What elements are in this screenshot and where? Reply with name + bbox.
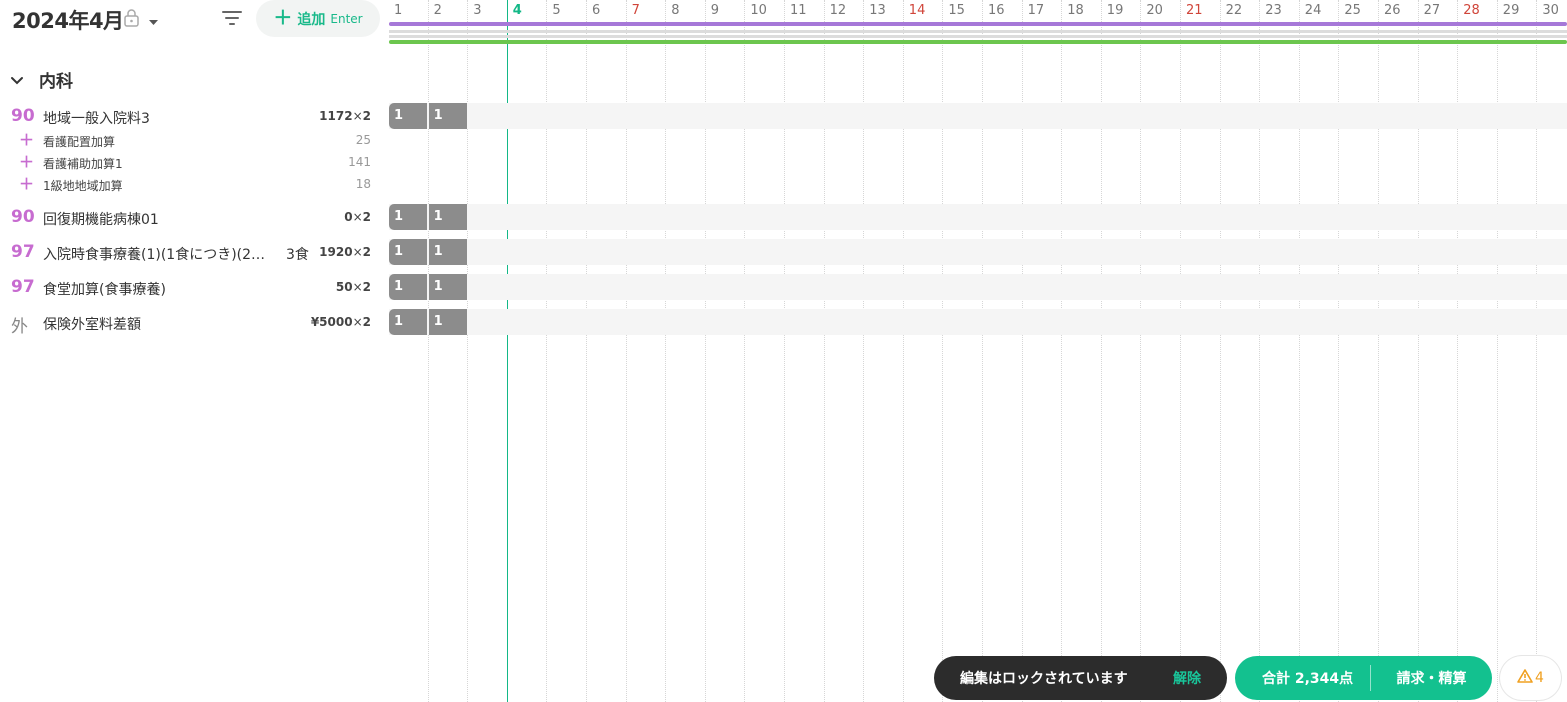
item-name[interactable]: 入院時食事療養(1)(1食につき)(2… xyxy=(43,244,265,264)
filter-icon[interactable] xyxy=(220,6,244,30)
period-bar-gray xyxy=(389,30,1567,33)
ward-period-bar-green xyxy=(389,40,1567,44)
day-number[interactable]: 27 xyxy=(1419,3,1449,18)
item-code: 90 xyxy=(11,106,35,126)
schedule-row[interactable] xyxy=(389,239,1567,265)
add-button[interactable]: ＋ 追加 Enter xyxy=(256,0,380,37)
warning-count: 4 xyxy=(1535,670,1544,686)
day-number[interactable]: 28 xyxy=(1458,3,1488,18)
item-code: 外 xyxy=(11,317,28,337)
day-count-cell[interactable]: 1 xyxy=(389,204,427,230)
plus-icon: ＋ xyxy=(19,131,35,149)
item-name[interactable]: 回復期機能病棟01 xyxy=(43,209,159,229)
department-name[interactable]: 内科 xyxy=(39,67,73,92)
day-count-cell[interactable]: 1 xyxy=(428,309,467,335)
ward-period-bar-purple xyxy=(389,22,1567,26)
day-number[interactable]: 2 xyxy=(429,3,459,18)
addition-name[interactable]: 看護配置加算 xyxy=(43,133,115,150)
addition-points: 141 xyxy=(348,155,371,169)
day-number[interactable]: 17 xyxy=(1023,3,1053,18)
item-name[interactable]: 保険外室料差額 xyxy=(43,314,141,334)
day-number[interactable]: 9 xyxy=(706,3,736,18)
schedule-row[interactable] xyxy=(389,204,1567,230)
schedule-row[interactable] xyxy=(389,274,1567,300)
day-number[interactable]: 24 xyxy=(1300,3,1330,18)
day-number[interactable]: 18 xyxy=(1062,3,1092,18)
plus-icon: ＋ xyxy=(19,175,35,193)
day-count-cell[interactable]: 1 xyxy=(389,309,427,335)
meal-count: 3食 xyxy=(286,247,309,263)
day-number[interactable]: 3 xyxy=(468,3,498,18)
item-quantity: 0×2 xyxy=(344,210,371,224)
day-count-cell[interactable]: 1 xyxy=(428,239,467,265)
lock-icon[interactable] xyxy=(123,8,140,32)
day-number[interactable]: 25 xyxy=(1339,3,1369,18)
addition-name[interactable]: 看護補助加算1 xyxy=(43,155,123,172)
day-number[interactable]: 10 xyxy=(745,3,775,18)
item-code: 97 xyxy=(11,277,35,297)
day-count-cell[interactable]: 1 xyxy=(428,274,467,300)
add-button-label: 追加 xyxy=(297,11,326,28)
item-quantity: 50×2 xyxy=(335,280,371,294)
day-count-cell[interactable]: 1 xyxy=(389,103,427,129)
day-number[interactable]: 15 xyxy=(943,3,973,18)
day-count-cell[interactable]: 1 xyxy=(428,204,467,230)
day-number[interactable]: 26 xyxy=(1379,3,1409,18)
chevron-down-icon[interactable] xyxy=(10,71,24,90)
day-number[interactable]: 11 xyxy=(785,3,815,18)
day-number[interactable]: 1 xyxy=(389,3,419,18)
unlock-button[interactable]: 解除 xyxy=(1173,668,1201,688)
day-number[interactable]: 8 xyxy=(666,3,696,18)
item-quantity: 1920×2 xyxy=(319,245,371,259)
day-number[interactable]: 14 xyxy=(904,3,934,18)
plus-icon: ＋ xyxy=(273,7,293,29)
day-count-cell[interactable]: 1 xyxy=(389,274,427,300)
day-number[interactable]: 5 xyxy=(547,3,577,18)
day-number[interactable]: 13 xyxy=(864,3,894,18)
edit-lock-banner: 編集はロックされています 解除 xyxy=(934,656,1227,700)
day-number[interactable]: 21 xyxy=(1181,3,1211,18)
item-code: 90 xyxy=(11,207,35,227)
day-number[interactable]: 4 xyxy=(508,3,538,18)
total-bar: 合計 2,344点 請求・精算 xyxy=(1235,656,1492,700)
day-number[interactable]: 23 xyxy=(1260,3,1290,18)
add-shortcut-hint: Enter xyxy=(330,11,363,26)
item-code: 97 xyxy=(11,242,35,262)
day-number[interactable]: 22 xyxy=(1221,3,1251,18)
day-number[interactable]: 12 xyxy=(825,3,855,18)
warning-button[interactable]: 4 xyxy=(1500,656,1561,700)
day-count-cell[interactable]: 1 xyxy=(428,103,467,129)
day-number[interactable]: 16 xyxy=(983,3,1013,18)
addition-name[interactable]: 1級地地域加算 xyxy=(43,177,123,194)
billing-button[interactable]: 請求・精算 xyxy=(1371,668,1492,688)
schedule-row[interactable] xyxy=(389,103,1567,129)
item-name[interactable]: 食堂加算(食事療養) xyxy=(43,279,166,299)
day-number[interactable]: 29 xyxy=(1498,3,1528,18)
day-number[interactable]: 20 xyxy=(1141,3,1171,18)
day-number[interactable]: 7 xyxy=(627,3,657,18)
item-name[interactable]: 地域一般入院料3 xyxy=(43,108,150,128)
chevron-down-icon[interactable] xyxy=(148,12,159,31)
day-number[interactable]: 19 xyxy=(1102,3,1132,18)
day-number[interactable]: 30 xyxy=(1537,3,1567,18)
addition-points: 25 xyxy=(355,133,371,147)
addition-points: 18 xyxy=(355,177,371,191)
schedule-row[interactable] xyxy=(389,309,1567,335)
item-quantity: ¥5000×2 xyxy=(310,315,371,329)
warning-icon xyxy=(1517,669,1533,687)
day-number[interactable]: 6 xyxy=(587,3,617,18)
plus-icon: ＋ xyxy=(19,153,35,171)
item-quantity: 1172×2 xyxy=(319,109,371,123)
day-count-cell[interactable]: 1 xyxy=(389,239,427,265)
period-bar-gray xyxy=(389,35,1567,38)
total-points: 合計 2,344点 xyxy=(1262,671,1354,687)
month-title[interactable]: 2024年4月 xyxy=(12,5,124,35)
lock-message: 編集はロックされています xyxy=(960,671,1128,687)
